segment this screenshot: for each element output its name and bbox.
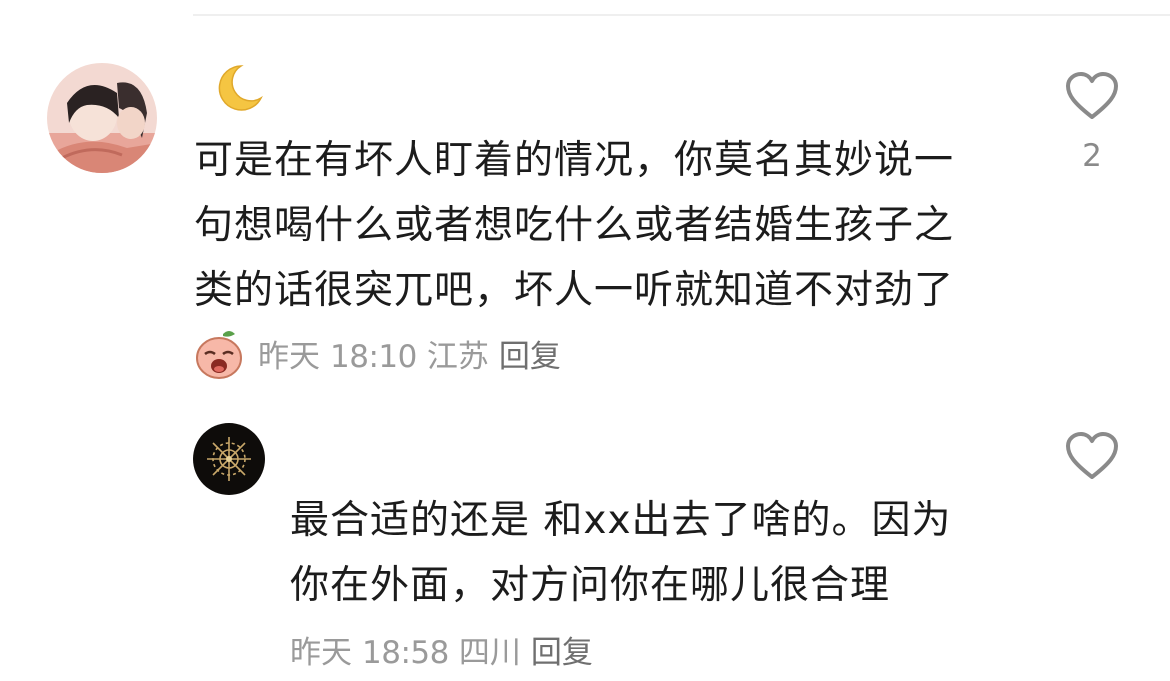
reply-button[interactable]: 回复	[499, 339, 561, 375]
comment-line: 类的话很突兀吧，坏人一听就知道不对劲了	[194, 268, 955, 313]
comment-text: 最合适的还是 和xx出去了啥的。因为 你在外面，对方问你在哪儿很合理	[290, 488, 952, 618]
comment-line: 句想喝什么或者想吃什么或者结婚生孩子之	[194, 203, 955, 248]
comment-meta: 昨天 18:58 四川 回复	[290, 633, 603, 673]
heart-icon	[1066, 432, 1118, 479]
comment-time: 18:58	[362, 635, 449, 671]
nickname-moon-icon	[207, 62, 265, 114]
reply-button[interactable]: 回复	[531, 635, 593, 671]
heart-icon	[1066, 72, 1118, 119]
comment-text: 可是在有坏人盯着的情况，你莫名其妙说一 句想喝什么或者想吃什么或者结婚生孩子之 …	[194, 128, 954, 323]
comment-line: 你在外面，对方问你在哪儿很合理	[290, 563, 891, 608]
comment-meta: 昨天 18:10 江苏 回复	[258, 337, 571, 377]
comment-date: 昨天	[290, 635, 352, 671]
like-button[interactable]	[1064, 430, 1120, 482]
comment-time: 18:10	[330, 339, 417, 375]
top-divider	[193, 14, 1170, 16]
crying-face-badge-icon	[193, 328, 245, 380]
like-button[interactable]	[1064, 70, 1120, 122]
comment-date: 昨天	[258, 339, 320, 375]
avatar[interactable]	[47, 63, 157, 173]
comment-location: 四川	[458, 635, 521, 671]
comment-location: 江苏	[426, 339, 489, 375]
avatar[interactable]	[193, 423, 265, 495]
like-count: 2	[1082, 138, 1102, 174]
comment-line: 可是在有坏人盯着的情况，你莫名其妙说一	[194, 138, 955, 183]
comment-line: 最合适的还是 和xx出去了啥的。因为	[290, 498, 952, 543]
